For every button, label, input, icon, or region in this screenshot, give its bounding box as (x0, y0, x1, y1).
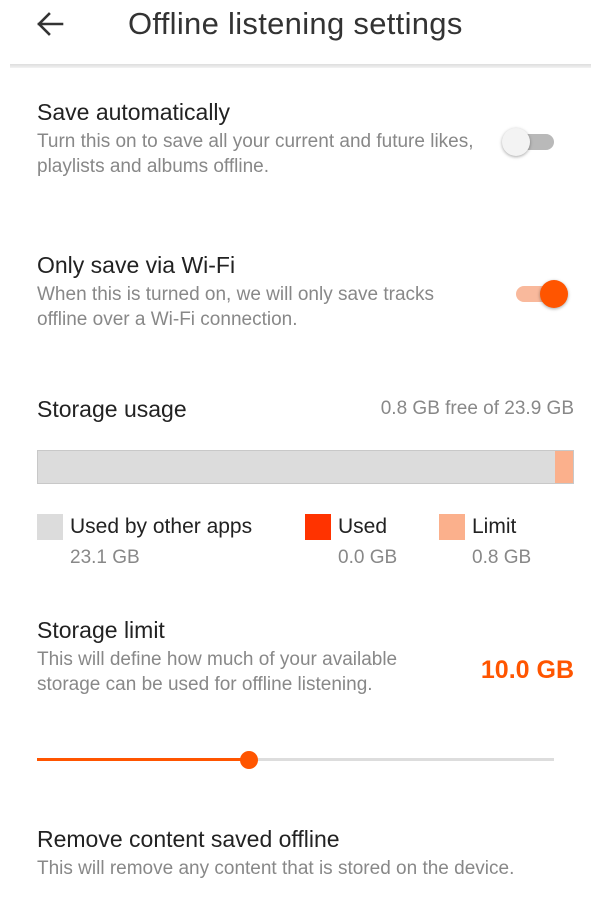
legend-value-used: 0.0 GB (338, 547, 398, 568)
remove-offline-content-button[interactable]: Remove content saved offline This will r… (37, 824, 567, 881)
usage-bar-other-apps-segment (38, 451, 555, 483)
storage-usage-bar (37, 450, 574, 484)
remove-content-description: This will remove any content that is sto… (37, 858, 515, 879)
slider-fill (37, 758, 249, 761)
storage-usage-title: Storage usage (37, 396, 187, 422)
storage-limit-description: This will define how much of your availa… (37, 649, 398, 695)
toggle-thumb (540, 280, 568, 308)
save-automatically-toggle[interactable] (502, 121, 558, 161)
app-header: Offline listening settings (0, 0, 591, 68)
legend-label-other-apps: Used by other apps (70, 515, 253, 538)
setting-save-automatically: Save automatically Turn this on to save … (37, 97, 477, 179)
legend-swatch-limit (439, 514, 465, 540)
storage-free-text: 0.8 GB free of 23.9 GB (380, 398, 574, 419)
legend-swatch-used (305, 514, 331, 540)
header-divider (10, 64, 591, 68)
page-title: Offline listening settings (128, 6, 463, 41)
remove-content-title: Remove content saved offline (37, 826, 340, 852)
wifi-only-description: When this is turned on, we will only sav… (37, 284, 435, 330)
slider-knob[interactable] (240, 751, 258, 769)
legend-swatch-other-apps (37, 514, 63, 540)
setting-wifi-only: Only save via Wi-Fi When this is turned … (37, 250, 477, 332)
save-automatically-description: Turn this on to save all your current an… (37, 131, 474, 177)
legend-label-limit: Limit (472, 515, 517, 538)
storage-limit-value: 10.0 GB (480, 656, 574, 684)
storage-usage-header: Storage usage 0.8 GB free of 23.9 GB (37, 394, 574, 424)
save-automatically-title: Save automatically (37, 99, 231, 125)
legend-value-limit: 0.8 GB (472, 547, 532, 568)
usage-bar-limit-segment (555, 451, 573, 483)
toggle-thumb (502, 128, 530, 156)
legend-label-used: Used (338, 515, 388, 538)
arrow-left-icon (37, 12, 64, 36)
storage-limit-slider[interactable] (37, 748, 554, 772)
back-button[interactable] (30, 2, 70, 46)
legend-value-other-apps: 23.1 GB (70, 547, 140, 568)
wifi-only-title: Only save via Wi-Fi (37, 252, 236, 278)
wifi-only-toggle[interactable] (512, 273, 568, 313)
setting-storage-limit: Storage limit This will define how much … (37, 615, 457, 697)
storage-limit-title: Storage limit (37, 617, 165, 643)
